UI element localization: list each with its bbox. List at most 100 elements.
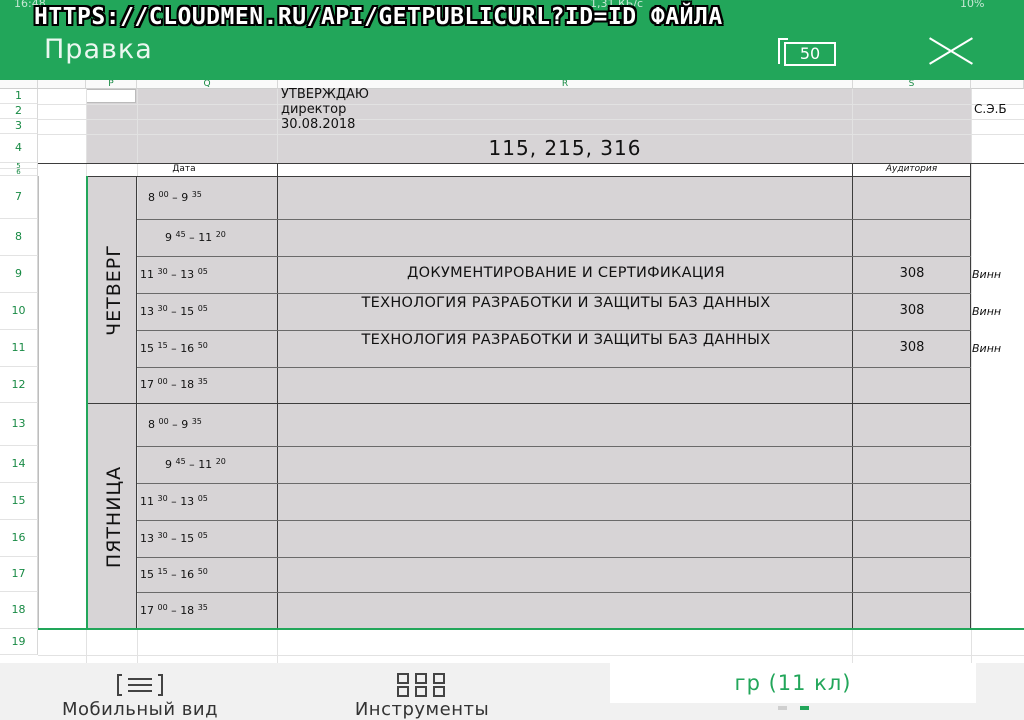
row-header[interactable]: 18 [0,592,38,629]
status-battery: 10% [960,0,985,10]
room-cell[interactable]: 308 [854,266,970,281]
row-header[interactable]: 10 [0,293,38,330]
time-slot: 13 30 – 15 05 [140,531,208,545]
table-border [277,163,278,628]
row-header[interactable]: 4 [0,134,38,163]
table-border [137,293,971,294]
time-slot: 15 15 – 16 50 [140,341,208,355]
subject-column-fill [278,176,852,628]
table-border [137,483,971,484]
approval-date: 30.08.2018 [281,117,356,132]
table-border [136,176,137,628]
row-header[interactable]: 1 [0,89,38,104]
subject-cell[interactable]: ТЕХНОЛОГИЯ РАЗРАБОТКИ И ЗАЩИТЫ БАЗ ДАННЫ… [280,333,852,348]
table-border [137,520,971,521]
director-label: директор [281,102,347,117]
time-slot: 15 15 – 16 50 [140,567,208,581]
tools-button[interactable]: Инструменты [300,663,544,720]
grid-line [971,89,972,663]
table-border [137,256,971,257]
approve-label: УТВЕРЖДАЮ [281,87,369,102]
grid-line [38,655,1024,656]
day-label-thursday: ЧЕТВЕРГ [103,244,125,336]
table-border [137,219,971,220]
close-icon[interactable] [924,36,976,66]
table-border [852,163,853,628]
date-column-label: Дата [172,164,196,174]
page-dot-active [800,706,809,710]
room-cell[interactable]: 308 [854,340,970,355]
row-header[interactable]: 12 [0,367,38,403]
table-border [137,592,971,593]
subject-cell[interactable]: ТЕХНОЛОГИЯ РАЗРАБОТКИ И ЗАЩИТЫ БАЗ ДАННЫ… [280,296,852,311]
day-label-friday: ПЯТНИЦА [103,465,125,569]
table-border [86,176,971,177]
director-initials: С.Э.Б [974,102,1007,116]
subject-cell[interactable]: ДОКУМЕНТИРОВАНИЕ И СЕРТИФИКАЦИЯ [280,266,852,281]
table-border [86,403,971,404]
spreadsheet-grid[interactable]: P Q R S 1 2 3 4 5 6 7 8 9 10 11 12 13 14… [0,80,1024,663]
grid-line [38,104,1024,105]
time-slot: 17 00 – 18 35 [140,603,208,617]
row-header[interactable]: 3 [0,119,38,134]
table-border [137,330,971,331]
time-slot: 9 45 – 11 20 [165,230,226,244]
table-border [38,628,1024,630]
page-indicator [778,706,818,712]
table-border [970,163,971,628]
sheet-tab[interactable]: гр (11 кл) [610,663,976,703]
app-bar: 16:48 1,31 КБ/с 10% Правка 50 HTTPS://CL… [0,0,1024,80]
row-header[interactable]: 9 [0,256,38,293]
column-header-q[interactable]: Q [137,80,278,89]
app-window: 16:48 1,31 КБ/с 10% Правка 50 HTTPS://CL… [0,0,1024,720]
column-header-next[interactable] [971,80,1024,89]
row-header[interactable]: 14 [0,446,38,483]
corner-cell[interactable] [0,80,38,89]
page-dot-inactive [778,706,787,710]
pages-button[interactable]: 50 [778,38,838,66]
row-header[interactable]: 16 [0,520,38,557]
column-header-blank[interactable] [38,80,86,89]
groups-title: 115, 215, 316 [488,136,642,160]
column-header-p[interactable]: P [86,80,137,89]
time-slot: 17 00 – 18 35 [140,377,208,391]
time-slot: 11 30 – 13 05 [140,494,208,508]
row-header[interactable]: 17 [0,557,38,592]
row-header[interactable]: 7 [0,176,38,219]
table-border [137,367,971,368]
table-border [137,446,971,447]
time-slot: 8 00 – 9 35 [148,417,202,431]
time-slot: 9 45 – 11 20 [165,457,226,471]
time-slot: 13 30 – 15 05 [140,304,208,318]
overlay-url-caption: HTTPS://CLOUDMEN.RU/API/GETPUBLICURL?ID=… [34,4,723,30]
pages-count: 50 [784,42,836,66]
row-header[interactable]: 13 [0,403,38,446]
time-slot: 8 00 – 9 35 [148,190,202,204]
row-header[interactable]: 6 [0,169,38,176]
tools-label: Инструменты [354,699,490,720]
grid-line [38,119,1024,120]
row-header[interactable]: 8 [0,219,38,256]
grid-icon [397,673,445,697]
teacher-cell[interactable]: Винн [972,268,1001,281]
mobile-view-label: Мобильный вид [61,699,219,720]
room-column-fill [853,176,971,628]
selected-cell[interactable] [86,89,136,103]
table-border [137,557,971,558]
list-view-icon [117,674,163,696]
row-header[interactable]: 15 [0,483,38,520]
table-border [86,176,88,629]
teacher-cell[interactable]: Винн [972,342,1001,355]
row-header[interactable]: 19 [0,629,38,655]
room-cell[interactable]: 308 [854,303,970,318]
row-header[interactable]: 11 [0,330,38,367]
time-slot: 11 30 – 13 05 [140,267,208,281]
row-header[interactable]: 2 [0,104,38,119]
grid-line [38,134,1024,135]
grid-line [38,176,39,628]
app-bar-title: Правка [44,34,153,65]
column-header-s[interactable]: S [853,80,971,89]
room-column-label: Аудитория [885,164,938,174]
mobile-view-button[interactable]: Мобильный вид [10,663,270,720]
teacher-cell[interactable]: Винн [972,305,1001,318]
